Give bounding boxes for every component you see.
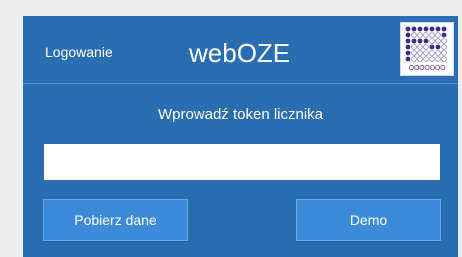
logo-grid-icon: [405, 26, 447, 62]
fetch-data-button[interactable]: Pobierz dane: [43, 199, 188, 241]
app-title: webOZE: [189, 38, 291, 68]
token-prompt: Wprowadź token licznika: [157, 106, 324, 123]
login-label: Logowanie: [45, 44, 113, 60]
login-panel: Logowanie webOZE OOOOOOO Wprowadź token …: [23, 16, 458, 257]
logo-caption: OOOOOOO: [408, 65, 446, 72]
token-input[interactable]: [44, 144, 440, 180]
panel-header: Logowanie webOZE OOOOOOO: [23, 16, 458, 84]
logo: OOOOOOO: [400, 22, 454, 76]
demo-button[interactable]: Demo: [296, 199, 441, 241]
